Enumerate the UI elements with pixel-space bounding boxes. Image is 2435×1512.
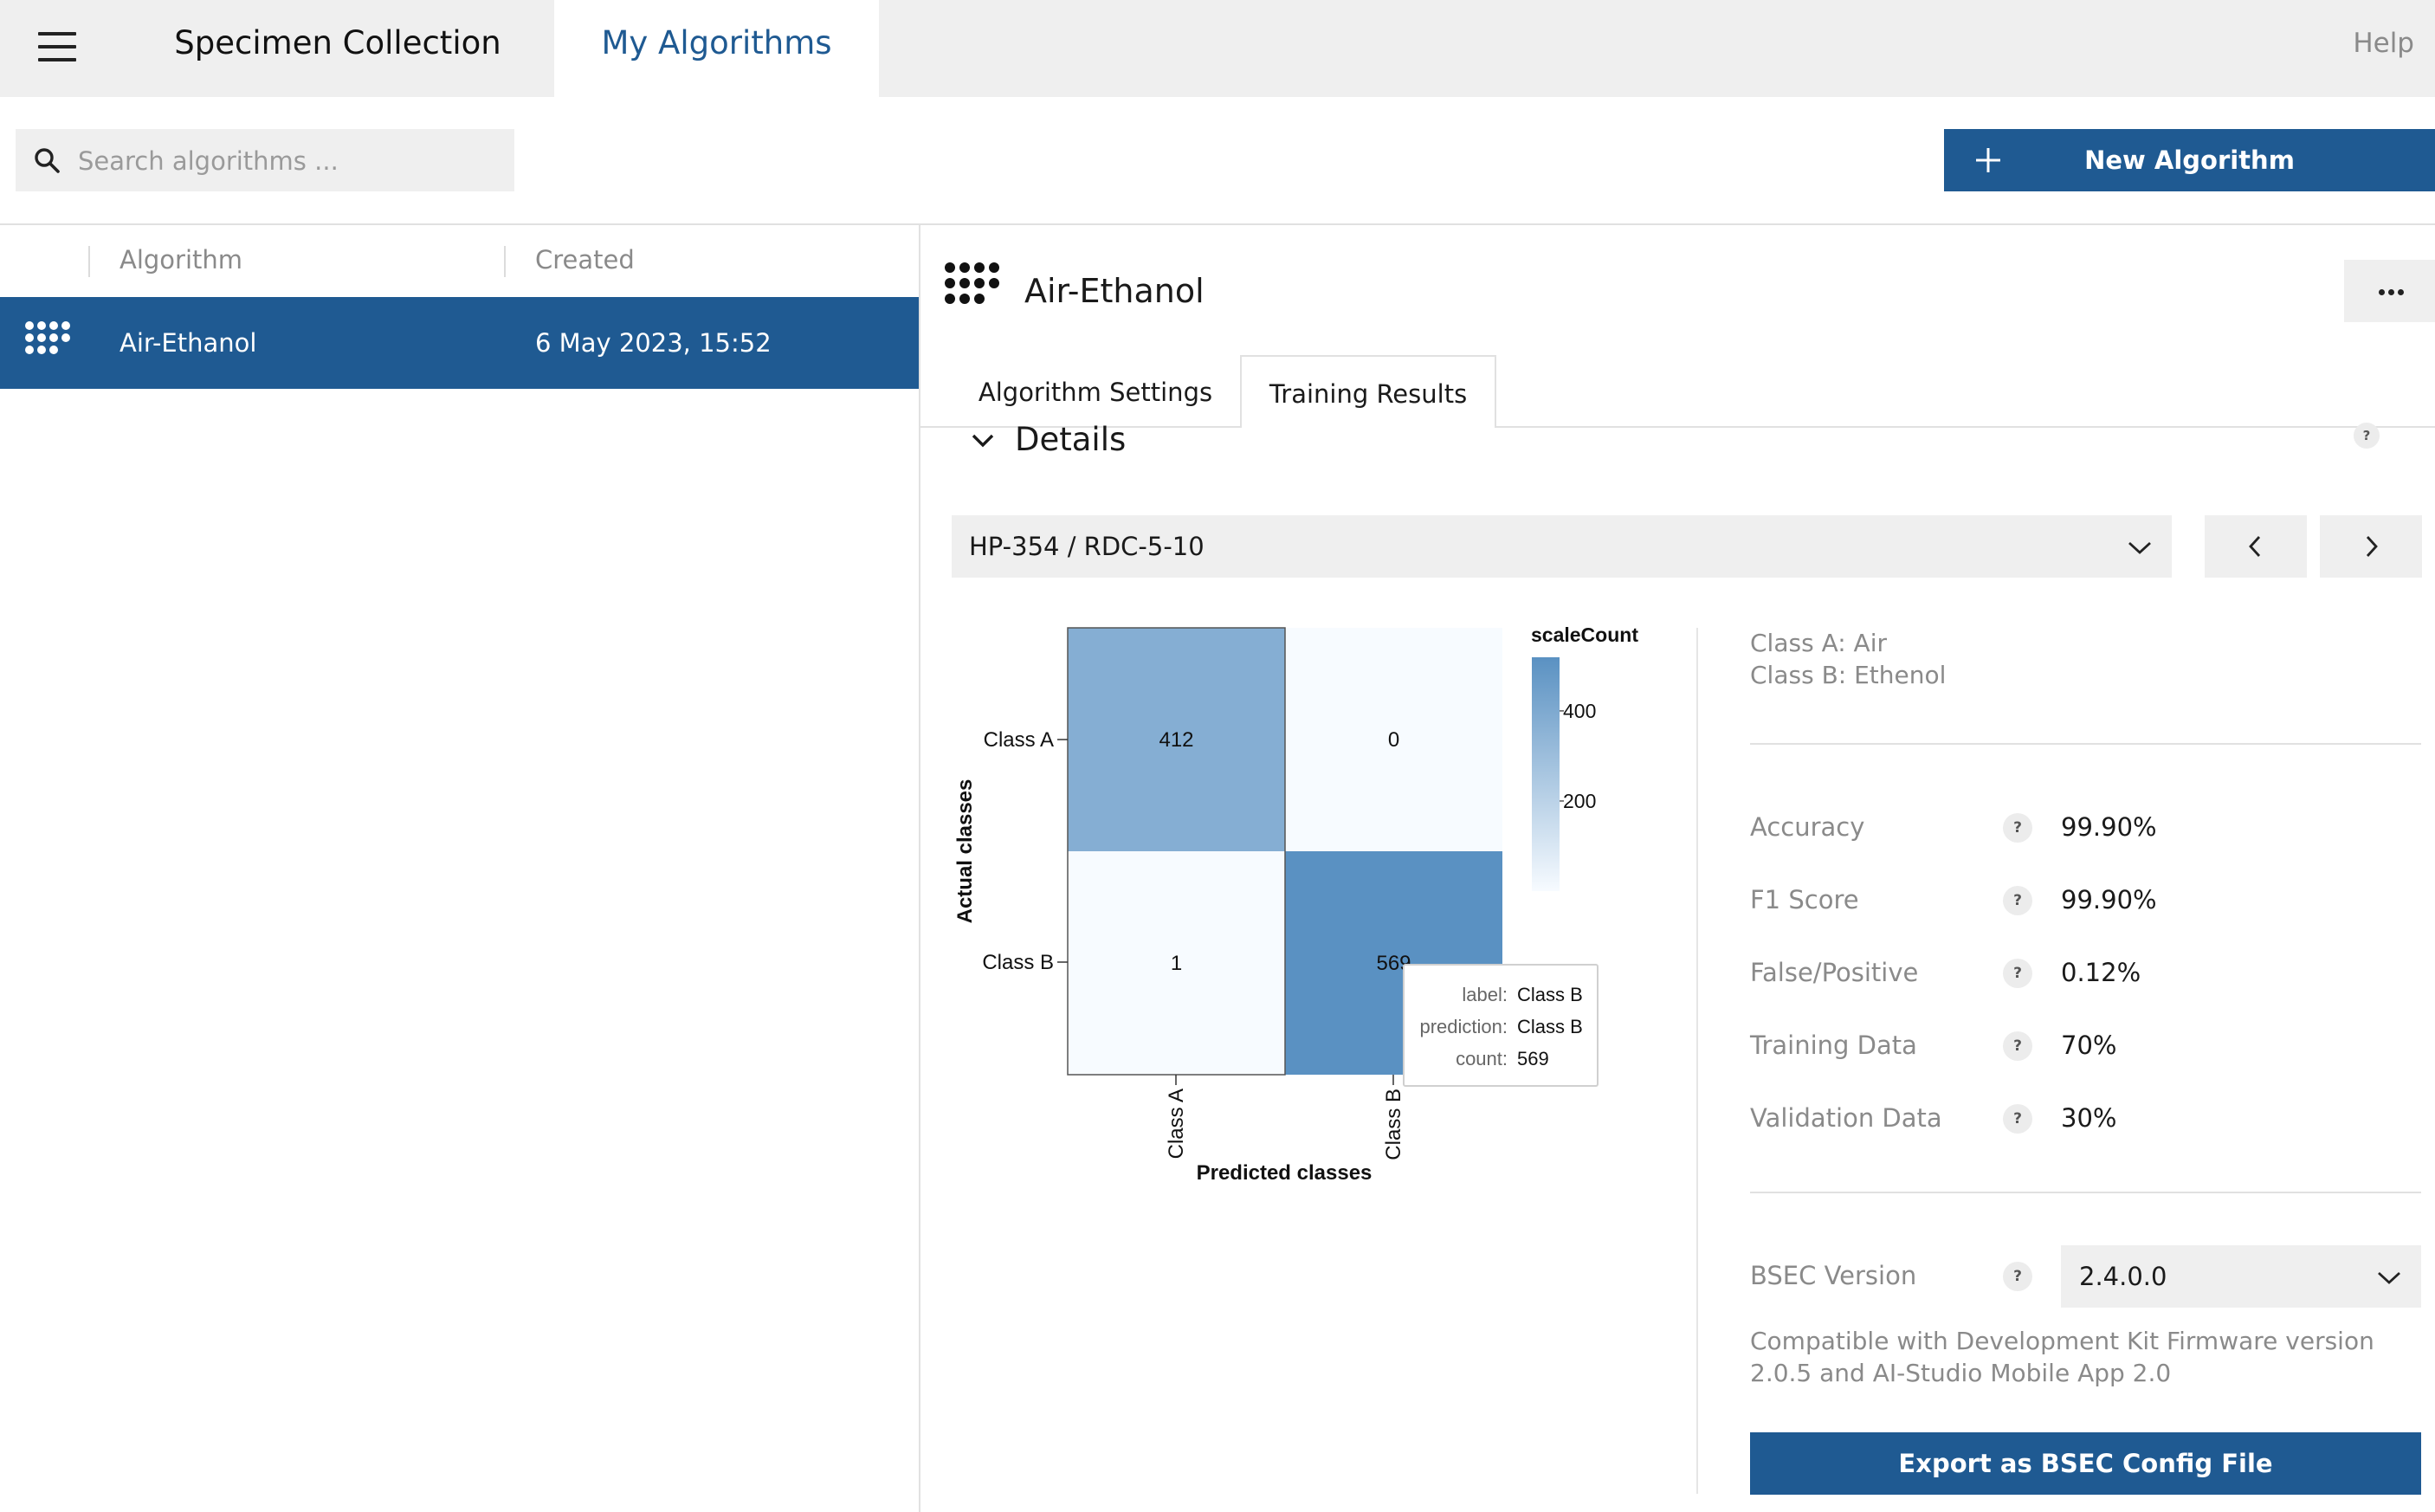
sensor-select-value: HP-354 / RDC-5-10 [969,532,1205,561]
panel-divider [1696,628,1698,1494]
row-created-date: 6 May 2023, 15:52 [535,328,772,358]
new-algorithm-label: New Algorithm [2084,145,2295,175]
tab-training-results[interactable]: Training Results [1240,355,1496,428]
y-axis-title: Actual classes [953,779,977,924]
algorithm-grid-icon [24,320,71,365]
tab-algorithm-settings[interactable]: Algorithm Settings [970,355,1221,428]
more-options-button[interactable] [2344,260,2435,322]
tooltip-key: count: [1456,1048,1508,1069]
metric-label-validation-data: Validation Data [1750,1103,1942,1133]
tab-my-algorithms[interactable]: My Algorithms [554,0,879,97]
compatibility-note: Compatible with Development Kit Firmware… [1750,1325,2421,1389]
tooltip-value: Class B [1517,984,1583,1005]
metric-label-f1-score: F1 Score [1750,885,1859,914]
tooltip-key: prediction: [1419,1016,1508,1037]
help-icon[interactable]: ? [2003,1031,2032,1061]
metric-value-accuracy: 99.90% [2061,812,2157,842]
chevron-down-icon [2376,1264,2402,1294]
divider [1750,1192,2421,1193]
bsec-version-label: BSEC Version [1750,1261,1917,1290]
legend-color-bar [1532,657,1560,891]
search-icon [33,146,61,178]
class-a-legend: Class A: Air [1750,629,1888,657]
search-box[interactable] [16,129,514,193]
legend-title: scaleCount [1531,624,1638,646]
cell-count-label: 1 [1171,952,1182,975]
legend-tick-label: 400 [1563,700,1596,722]
new-algorithm-button[interactable]: New Algorithm [1944,129,2435,191]
metric-label-false-positive: False/Positive [1750,958,1919,987]
chevron-right-icon [2366,536,2378,557]
previous-button[interactable] [2205,515,2307,578]
class-b-legend: Class B: Ethenol [1750,661,1947,689]
chevron-left-icon [2249,536,2261,557]
x-axis-title: Predicted classes [1197,1161,1373,1185]
column-header-created[interactable]: Created [535,242,635,277]
column-header-algorithm[interactable]: Algorithm [119,242,242,277]
algorithm-grid-icon [944,262,1001,313]
metric-value-f1-score: 99.90% [2061,885,2157,914]
tooltip-key: label: [1462,984,1508,1005]
export-bsec-config-button[interactable]: Export as BSEC Config File [1750,1432,2421,1495]
tooltip: label: Class B prediction: Class B count… [1403,964,1599,1087]
cell-count-label: 0 [1388,728,1399,752]
cell-count-label: 412 [1159,728,1193,752]
confusion-matrix-chart: Class A Class B Class A Class B Predicte… [953,624,1638,1185]
metric-value-false-positive: 0.12% [2061,958,2141,987]
next-button[interactable] [2320,515,2422,578]
details-help-icon[interactable]: ? [2354,423,2380,449]
legend-tick-label: 200 [1563,790,1596,812]
help-icon[interactable]: ? [2003,959,2032,988]
hamburger-icon[interactable] [38,29,76,64]
x-tick-label: Class B [1382,1089,1405,1160]
x-tick-label: Class A [1165,1089,1188,1159]
chevron-down-icon [2127,534,2153,564]
column-separator [504,246,506,277]
divider [0,223,2435,225]
help-icon[interactable]: ? [2003,813,2032,843]
y-tick-label: Class A [984,728,1054,752]
tooltip-value: 569 [1517,1048,1549,1069]
compatibility-line: 2.0.5 and AI-Studio Mobile App 2.0 [1750,1359,2172,1387]
help-icon[interactable]: ? [2003,1262,2032,1291]
chevron-down-icon [968,428,998,457]
details-section-title: Details [1015,421,1127,458]
help-icon[interactable]: ? [2003,886,2032,915]
metric-value-training-data: 70% [2061,1031,2117,1060]
export-button-label: Export as BSEC Config File [1898,1449,2273,1478]
column-separator [88,246,90,277]
panel-divider [919,223,920,1512]
y-tick-label: Class B [982,951,1054,974]
metric-label-accuracy: Accuracy [1750,812,1865,842]
search-input[interactable] [76,129,495,193]
tab-specimen-collection[interactable]: Specimen Collection [121,0,554,97]
help-link[interactable]: Help [2353,0,2414,87]
metric-value-validation-data: 30% [2061,1103,2117,1133]
compatibility-line: Compatible with Development Kit Firmware… [1750,1327,2374,1355]
bsec-version-select[interactable]: 2.4.0.0 [2061,1245,2421,1308]
help-icon[interactable]: ? [2003,1104,2032,1134]
metric-label-training-data: Training Data [1750,1031,1917,1060]
sensor-select[interactable]: HP-354 / RDC-5-10 [952,515,2172,578]
row-algorithm-name: Air-Ethanol [119,328,257,358]
algorithm-title: Air-Ethanol [1024,272,1205,310]
table-row[interactable]: Air-Ethanol 6 May 2023, 15:52 [0,297,919,389]
tooltip-value: Class B [1517,1016,1583,1037]
divider [1750,743,2421,745]
bsec-version-value: 2.4.0.0 [2079,1262,2167,1291]
